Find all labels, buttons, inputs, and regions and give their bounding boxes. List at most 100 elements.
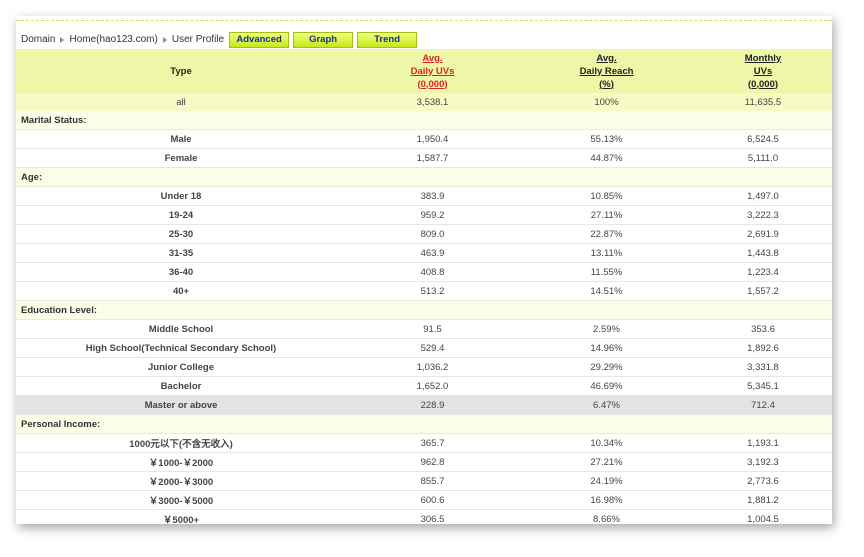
header-monthly-uvs-line2[interactable]: UVs	[754, 66, 772, 77]
table-row: ￥2000-￥3000 855.7 24.19% 2,773.6	[16, 471, 832, 491]
row-monthly-uvs: 3,222.3	[694, 205, 832, 225]
row-daily-reach: 27.11%	[519, 205, 694, 225]
dashed-divider	[16, 20, 832, 21]
table-row: Under 18 383.9 10.85% 1,497.0	[16, 186, 832, 206]
row-daily-reach: 11.55%	[519, 262, 694, 282]
row-monthly-uvs: 2,691.9	[694, 224, 832, 244]
table-row: Bachelor 1,652.0 46.69% 5,345.1	[16, 376, 832, 396]
table-row: Junior College 1,036.2 29.29% 3,331.8	[16, 357, 832, 377]
table-row: Female 1,587.7 44.87% 5,111.0	[16, 148, 832, 168]
row-type: 19-24	[16, 205, 346, 225]
table-row: High School(Technical Secondary School) 5…	[16, 338, 832, 358]
section-header: Age:	[16, 167, 832, 187]
table-row: ￥5000+ 306.5 8.66% 1,004.5	[16, 509, 832, 524]
row-daily-uvs: 365.7	[346, 433, 519, 453]
row-type: 31-35	[16, 243, 346, 263]
row-daily-reach: 27.21%	[519, 452, 694, 472]
table-row: 36-40 408.8 11.55% 1,223.4	[16, 262, 832, 282]
row-daily-uvs: 1,587.7	[346, 148, 519, 168]
row-monthly-uvs: 353.6	[694, 319, 832, 339]
row-type: Middle School	[16, 319, 346, 339]
header-monthly-uvs[interactable]: Monthly UVs (0,000)	[694, 49, 832, 93]
section-title: Age:	[16, 167, 832, 187]
header-daily-uvs-line1[interactable]: Avg.	[422, 53, 442, 64]
row-monthly-uvs: 1,892.6	[694, 338, 832, 358]
table-header: Type Avg. Daily UVs (0,000) Avg. Daily R…	[16, 49, 832, 93]
row-type: Junior College	[16, 357, 346, 377]
profile-table: Type Avg. Daily UVs (0,000) Avg. Daily R…	[16, 49, 832, 524]
row-daily-reach: 16.98%	[519, 490, 694, 510]
all-row: all 3,538.1 100% 11,635.5	[16, 93, 832, 111]
chevron-right-icon	[162, 36, 167, 43]
header-daily-uvs[interactable]: Avg. Daily UVs (0,000)	[346, 49, 519, 93]
row-type: ￥2000-￥3000	[16, 471, 346, 491]
section-title: Personal Income:	[16, 414, 832, 434]
header-monthly-uvs-line1[interactable]: Monthly	[745, 53, 781, 64]
row-daily-reach: 24.19%	[519, 471, 694, 491]
row-daily-uvs: 228.9	[346, 395, 519, 415]
row-type: High School(Technical Secondary School)	[16, 338, 346, 358]
row-daily-reach: 10.34%	[519, 433, 694, 453]
row-daily-reach: 44.87%	[519, 148, 694, 168]
header-monthly-uvs-line3[interactable]: (0,000)	[748, 79, 778, 90]
row-daily-reach: 8.66%	[519, 509, 694, 524]
section-header: Personal Income:	[16, 414, 832, 434]
row-daily-uvs: 513.2	[346, 281, 519, 301]
row-type: Bachelor	[16, 376, 346, 396]
row-monthly-uvs: 1,193.1	[694, 433, 832, 453]
header-daily-uvs-line3[interactable]: (0,000)	[417, 79, 447, 90]
tab-advanced[interactable]: Advanced	[229, 31, 290, 48]
row-daily-uvs: 809.0	[346, 224, 519, 244]
row-daily-uvs: 962.8	[346, 452, 519, 472]
row-daily-reach: 14.96%	[519, 338, 694, 358]
row-daily-reach: 6.47%	[519, 395, 694, 415]
row-daily-reach: 13.11%	[519, 243, 694, 263]
row-daily-reach: 2.59%	[519, 319, 694, 339]
row-daily-reach: 29.29%	[519, 357, 694, 377]
row-monthly-uvs: 6,524.5	[694, 129, 832, 149]
table-row: ￥3000-￥5000 600.6 16.98% 1,881.2	[16, 490, 832, 510]
row-daily-uvs: 959.2	[346, 205, 519, 225]
table-row: ￥1000-￥2000 962.8 27.21% 3,192.3	[16, 452, 832, 472]
table-row: 1000元以下(不含无收入) 365.7 10.34% 1,193.1	[16, 433, 832, 453]
row-monthly-uvs: 3,331.8	[694, 357, 832, 377]
breadcrumb-domain[interactable]: Domain	[21, 34, 55, 45]
row-daily-reach: 10.85%	[519, 186, 694, 206]
table-body: all 3,538.1 100% 11,635.5 Marital Status…	[16, 93, 832, 524]
section-header: Education Level:	[16, 300, 832, 320]
row-daily-uvs: 855.7	[346, 471, 519, 491]
row-monthly-uvs: 5,111.0	[694, 148, 832, 168]
table-row: Middle School 91.5 2.59% 353.6	[16, 319, 832, 339]
row-type: ￥3000-￥5000	[16, 490, 346, 510]
header-daily-reach-line1[interactable]: Avg.	[596, 53, 616, 64]
header-daily-reach-line3[interactable]: (%)	[599, 79, 614, 90]
row-type: Under 18	[16, 186, 346, 206]
tab-trend[interactable]: Trend	[357, 31, 418, 48]
row-type: 36-40	[16, 262, 346, 282]
table-row: 31-35 463.9 13.11% 1,443.8	[16, 243, 832, 263]
chevron-right-icon	[60, 36, 65, 43]
row-monthly-uvs: 1,557.2	[694, 281, 832, 301]
header-daily-reach[interactable]: Avg. Daily Reach (%)	[519, 49, 694, 93]
all-type: all	[16, 93, 346, 111]
all-daily-reach: 100%	[519, 93, 694, 111]
row-daily-uvs: 306.5	[346, 509, 519, 524]
row-type: 40+	[16, 281, 346, 301]
breadcrumb-home[interactable]: Home(hao123.com)	[69, 34, 157, 45]
breadcrumb: Domain Home(hao123.com) User Profile Adv…	[16, 30, 832, 49]
row-monthly-uvs: 1,004.5	[694, 509, 832, 524]
header-daily-reach-line2[interactable]: Daily Reach	[580, 66, 634, 77]
row-daily-uvs: 1,950.4	[346, 129, 519, 149]
row-daily-reach: 14.51%	[519, 281, 694, 301]
section-title: Marital Status:	[16, 111, 832, 130]
row-type: 1000元以下(不含无收入)	[16, 433, 346, 453]
row-type: Female	[16, 148, 346, 168]
row-daily-uvs: 91.5	[346, 319, 519, 339]
tab-graph[interactable]: Graph	[293, 31, 354, 48]
header-daily-uvs-line2[interactable]: Daily UVs	[411, 66, 455, 77]
row-monthly-uvs: 712.4	[694, 395, 832, 415]
row-monthly-uvs: 1,223.4	[694, 262, 832, 282]
breadcrumb-user-profile: User Profile	[171, 34, 225, 45]
row-daily-uvs: 1,036.2	[346, 357, 519, 377]
row-monthly-uvs: 1,497.0	[694, 186, 832, 206]
